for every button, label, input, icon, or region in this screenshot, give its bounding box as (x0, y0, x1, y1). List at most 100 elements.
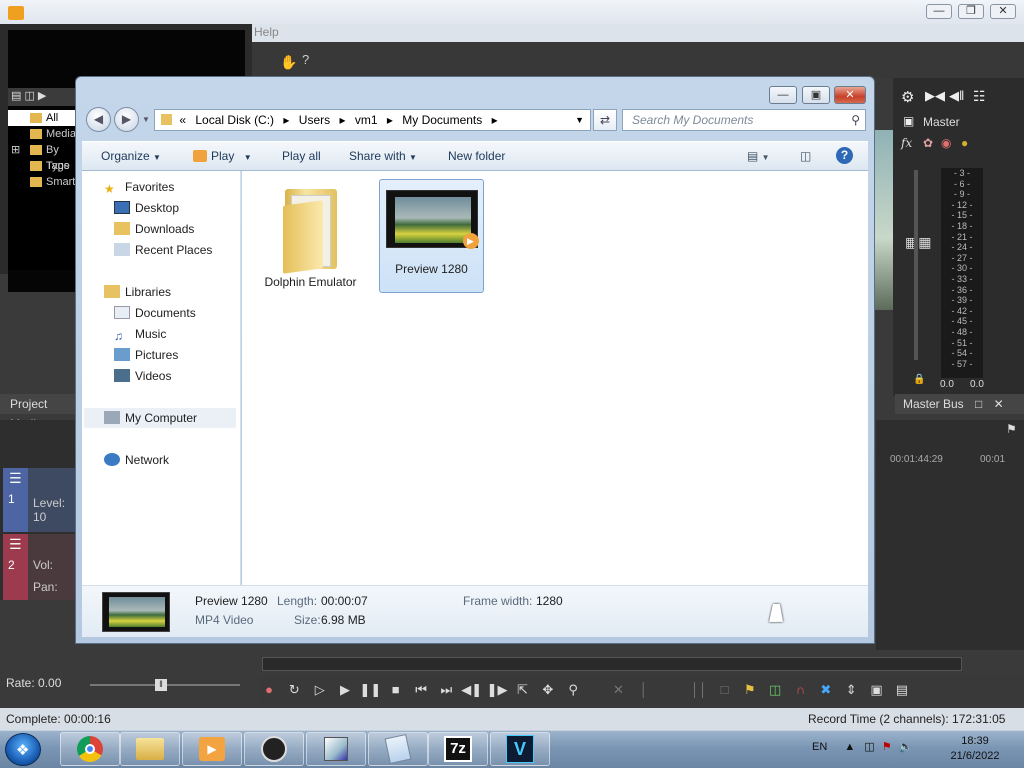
organize-button[interactable]: Organize ▼ (101, 149, 161, 163)
nav-recent-places[interactable]: Recent Places (114, 240, 212, 260)
nav-libraries[interactable]: Libraries (104, 282, 171, 302)
ignore-grouping-icon[interactable]: ▤ (891, 680, 913, 700)
plugin-2-icon[interactable]: ◉ (941, 136, 951, 150)
start-button[interactable]: ❖ (5, 733, 41, 766)
language-indicator[interactable]: EN (812, 741, 827, 753)
zoom-tool-icon[interactable]: ⚲ (562, 680, 584, 700)
share-with-button[interactable]: Share with ▼ (349, 149, 417, 163)
lock-icon[interactable]: 🔒 (913, 374, 925, 385)
track-1-header[interactable]: ☰ 1 Level: 10 (3, 468, 78, 532)
action-center-icon[interactable]: ⚑ (882, 741, 892, 753)
marker-insert-icon[interactable]: ⚑ (739, 680, 761, 700)
fader-handle[interactable]: ▦▦ (905, 234, 931, 251)
play-from-start-icon[interactable]: ▷ (309, 680, 331, 700)
help-icon[interactable]: ? (836, 147, 853, 164)
plugin-icon[interactable]: ✿ (923, 136, 933, 150)
taskbar-paint[interactable] (306, 732, 366, 766)
menu-help[interactable]: Help (254, 25, 279, 39)
pause-icon[interactable]: ❚❚ (359, 680, 381, 700)
show-hidden-icons[interactable]: ▲ (844, 741, 855, 753)
normal-edit-tool-icon[interactable]: ⇱ (511, 680, 533, 700)
nav-documents[interactable]: Documents (114, 303, 196, 323)
taskbar-obs[interactable] (244, 732, 304, 766)
refresh-button[interactable]: ⇄ (593, 109, 617, 131)
previous-frame-icon[interactable]: ◀❚ (461, 680, 483, 700)
play-button[interactable]: Play ▼ (193, 149, 252, 163)
forward-button[interactable]: ▶ (114, 107, 139, 132)
back-button[interactable]: ◀ (86, 107, 111, 132)
track-menu-icon[interactable]: ☰ (9, 536, 22, 553)
ripple-edit-icon[interactable]: ⇕ (840, 680, 862, 700)
breadcrumb-my-documents[interactable]: My Documents (402, 113, 482, 127)
breadcrumb-overflow[interactable]: « (179, 113, 186, 127)
split-icon[interactable]: ││ (688, 680, 710, 700)
network-tray-icon[interactable]: ◫ (864, 741, 874, 753)
tree-item[interactable]: Media (8, 126, 78, 142)
track-2-header[interactable]: ☰ 2 Vol: Pan: (3, 534, 78, 600)
go-to-end-icon[interactable]: ⏭ (435, 680, 457, 700)
trim-icon[interactable]: │ (633, 680, 655, 700)
close-icon[interactable]: ✕ (994, 397, 1004, 411)
maximize-button[interactable]: ▣ (802, 86, 830, 104)
loop-icon[interactable]: ↻ (283, 680, 305, 700)
master-fader-track[interactable] (914, 170, 918, 360)
file-list[interactable]: Dolphin Emulator ▶ Preview 1280 (242, 171, 868, 585)
search-input[interactable]: Search My Documents ⚲ (622, 109, 866, 131)
app-minimize-button[interactable]: — (926, 4, 952, 19)
timeline-ruler[interactable]: 00:01:44:29 00:01 (876, 450, 1006, 470)
stop-icon[interactable]: ■ (385, 680, 407, 700)
recent-pages-icon[interactable]: ▼ (142, 115, 150, 124)
volume-icon[interactable]: 🔈 (899, 741, 913, 753)
tree-item[interactable]: Smart (8, 174, 78, 190)
nav-music[interactable]: ♫ Music (114, 324, 166, 344)
fx-icon[interactable]: fx (901, 136, 912, 150)
clock[interactable]: 18:39 21/6/2022 (944, 734, 1006, 764)
explorer-toolbar-icons[interactable]: ▤ ◫ ▶ (8, 90, 46, 102)
breadcrumb-vm1[interactable]: vm1 (355, 113, 378, 127)
taskbar-notepad[interactable] (368, 732, 428, 766)
expand-icon[interactable]: ⊞ (11, 142, 20, 158)
selection-tool-icon[interactable]: ✥ (537, 680, 559, 700)
master-checkbox[interactable]: ▣ (903, 114, 914, 128)
nav-my-computer[interactable]: My Computer (84, 408, 236, 428)
play-all-button[interactable]: Play all (282, 149, 321, 163)
taskbar-7zip[interactable]: 7z (428, 732, 488, 766)
undock-icon[interactable]: □ (975, 397, 982, 411)
search-icon[interactable]: ⚲ (851, 110, 860, 130)
audio-icon[interactable]: ◀‖ (949, 88, 964, 104)
play-icon[interactable]: ▶ (334, 680, 356, 700)
tree-item[interactable]: All Media (8, 110, 78, 140)
nav-desktop[interactable]: Desktop (114, 198, 179, 218)
delete-icon[interactable]: ✕ (607, 680, 629, 700)
track-menu-icon[interactable]: ☰ (9, 470, 22, 487)
change-view-icon[interactable]: ▤ ▼ (747, 149, 770, 163)
marker-icon[interactable]: ⚑ (1006, 422, 1017, 436)
master-bus-tab[interactable]: Master Bus □ ✕ (895, 394, 1024, 414)
auto-crossfade-icon[interactable]: ✖ (815, 680, 837, 700)
app-restore-button[interactable]: ❐ (958, 4, 984, 19)
nav-downloads[interactable]: Downloads (114, 219, 194, 239)
new-folder-button[interactable]: New folder (448, 149, 505, 163)
nav-pictures[interactable]: Pictures (114, 345, 178, 365)
app-close-button[interactable]: ✕ (990, 4, 1016, 19)
lock-envelopes-icon[interactable]: ▣ (866, 680, 888, 700)
nav-videos[interactable]: Videos (114, 366, 171, 386)
help-cursor-icon[interactable]: ? (302, 52, 309, 67)
address-dropdown-icon[interactable]: ▼ (575, 110, 584, 130)
preview-pane-icon[interactable]: ◫ (800, 149, 811, 163)
tree-item[interactable]: Tags (8, 158, 78, 174)
solo-icon[interactable]: ● (961, 136, 968, 150)
file-item-video[interactable]: ▶ Preview 1280 (379, 179, 484, 293)
nav-favorites[interactable]: ★ Favorites (104, 177, 174, 197)
rate-slider-thumb[interactable]: ‖ (155, 679, 167, 691)
region-icon[interactable]: ◫ (764, 680, 786, 700)
breadcrumb-local-disk[interactable]: Local Disk (C:) (195, 113, 274, 127)
timeline-scrollbar[interactable] (262, 657, 962, 671)
snapping-icon[interactable]: ∩ (790, 680, 812, 700)
lock-icon[interactable]: □ (714, 680, 736, 700)
insert-bus-icon[interactable]: ▶◀ (925, 88, 945, 104)
file-item-folder[interactable]: Dolphin Emulator (258, 179, 363, 291)
taskbar-vegas[interactable]: V (490, 732, 550, 766)
next-frame-icon[interactable]: ❚▶ (486, 680, 508, 700)
address-bar[interactable]: « Local Disk (C:) ▸ Users ▸ vm1 ▸ My Doc… (154, 109, 591, 131)
